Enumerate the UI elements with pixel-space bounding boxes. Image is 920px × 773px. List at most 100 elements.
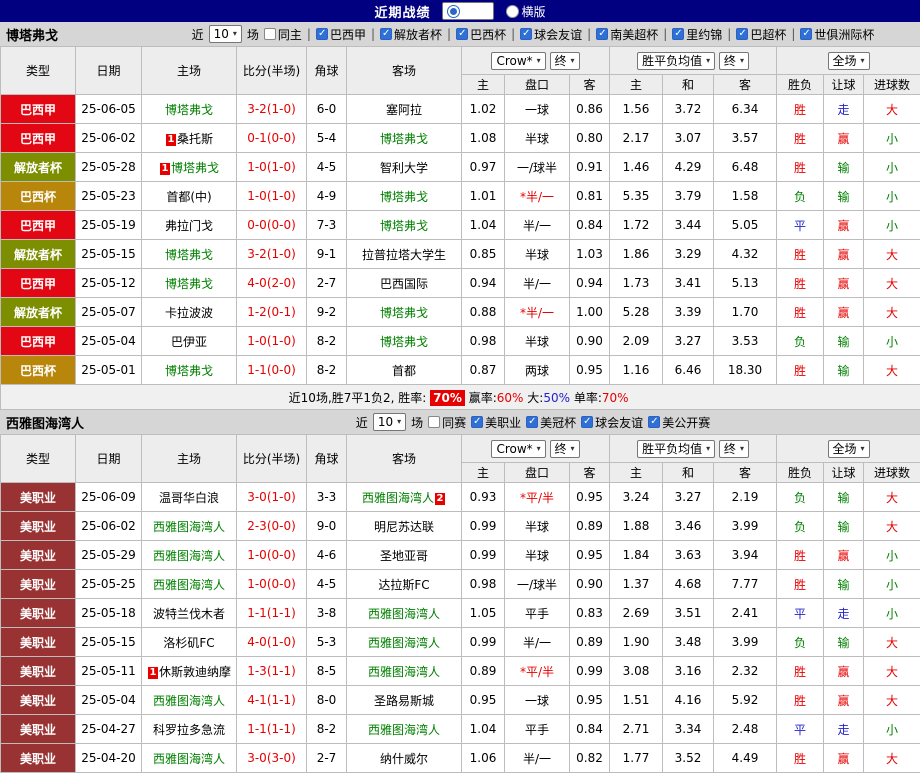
away-team[interactable]: 西雅图海湾人 xyxy=(347,715,462,744)
home-team[interactable]: 1博塔弗戈 xyxy=(142,153,237,182)
home-team[interactable]: 西雅图海湾人 xyxy=(142,541,237,570)
competition-checkbox[interactable]: 美冠杯 xyxy=(526,414,576,431)
competition-checkbox[interactable]: 美公开赛 xyxy=(648,414,710,431)
handicap-result: 输 xyxy=(824,153,864,182)
competition-checkbox[interactable]: 球会友谊 xyxy=(520,26,582,43)
sub-col-header: 让球 xyxy=(824,75,864,95)
away-team[interactable]: 西雅图海湾人 xyxy=(347,657,462,686)
home-team[interactable]: 西雅图海湾人 xyxy=(142,512,237,541)
away-team[interactable]: 纳什威尔 xyxy=(347,744,462,773)
euro-home-odds: 1.84 xyxy=(610,541,663,570)
competition-checkbox[interactable]: 巴超杯 xyxy=(736,26,786,43)
corners: 3-8 xyxy=(307,599,347,628)
competition-checkbox[interactable]: 巴西杯 xyxy=(456,26,506,43)
competition-badge: 美职业 xyxy=(1,686,76,715)
home-team[interactable]: 博塔弗戈 xyxy=(142,356,237,385)
away-team[interactable]: 圣路易斯城 xyxy=(347,686,462,715)
competition-checkbox[interactable]: 美职业 xyxy=(471,414,521,431)
away-team[interactable]: 明尼苏达联 xyxy=(347,512,462,541)
away-team[interactable]: 塞阿拉 xyxy=(347,95,462,124)
euro-away-odds: 5.05 xyxy=(714,211,777,240)
odds-company-select[interactable]: Crow*▾ xyxy=(491,440,545,458)
same-filter-checkbox[interactable]: 同赛 xyxy=(428,414,466,431)
away-team[interactable]: 博塔弗戈 xyxy=(347,327,462,356)
score: 2-3(0-0) xyxy=(237,512,307,541)
competition-checkbox[interactable]: 解放者杯 xyxy=(380,26,442,43)
team-name-text: 塞阿拉 xyxy=(386,103,422,117)
home-team[interactable]: 科罗拉多急流 xyxy=(142,715,237,744)
away-team[interactable]: 西雅图海湾人 xyxy=(347,599,462,628)
ah-handicap: 半球 xyxy=(505,512,570,541)
euro-odds-select-value: 胜平负均值 xyxy=(642,54,702,68)
home-team[interactable]: 波特兰伐木者 xyxy=(142,599,237,628)
home-team[interactable]: 1休斯敦迪纳摩 xyxy=(142,657,237,686)
competition-checkbox[interactable]: 巴西甲 xyxy=(316,26,366,43)
away-team[interactable]: 博塔弗戈 xyxy=(347,124,462,153)
dropdown-arrow-icon: ▾ xyxy=(571,442,575,456)
sub-col-header: 让球 xyxy=(824,463,864,483)
odds-time-select[interactable]: 终▾ xyxy=(550,52,580,70)
competition-checkbox[interactable]: 南美超杯 xyxy=(596,26,658,43)
layout-radio-vertical[interactable]: 竖版 xyxy=(442,2,493,20)
home-team[interactable]: 1桑托斯 xyxy=(142,124,237,153)
radio-vertical-label: 竖版 xyxy=(464,4,488,18)
euro-odds-select[interactable]: 胜平负均值▾ xyxy=(637,440,715,458)
away-team[interactable]: 巴西国际 xyxy=(347,269,462,298)
competition-checkbox[interactable]: 世俱洲际杯 xyxy=(800,26,874,43)
scope-select-value: 全场 xyxy=(833,442,857,456)
home-team[interactable]: 弗拉门戈 xyxy=(142,211,237,240)
away-team[interactable]: 圣地亚哥 xyxy=(347,541,462,570)
score: 1-0(1-0) xyxy=(237,153,307,182)
home-team[interactable]: 首都(中) xyxy=(142,182,237,211)
same-filter-checkbox[interactable]: 同主 xyxy=(264,26,302,43)
dropdown-arrow-icon: ▾ xyxy=(537,442,541,456)
home-team[interactable]: 西雅图海湾人 xyxy=(142,744,237,773)
competition-checkbox[interactable]: 里约锦 xyxy=(672,26,722,43)
competition-badge: 美职业 xyxy=(1,628,76,657)
away-team[interactable]: 西雅图海湾人 xyxy=(347,628,462,657)
score: 3-0(3-0) xyxy=(237,744,307,773)
odds-time-select[interactable]: 终▾ xyxy=(550,440,580,458)
away-team[interactable]: 西雅图海湾人2 xyxy=(347,483,462,512)
competition-checkbox[interactable]: 球会友谊 xyxy=(581,414,643,431)
scope-select[interactable]: 全场▾ xyxy=(828,440,870,458)
euro-away-odds: 3.94 xyxy=(714,541,777,570)
away-team[interactable]: 首都 xyxy=(347,356,462,385)
home-team[interactable]: 卡拉波波 xyxy=(142,298,237,327)
home-team[interactable]: 巴伊亚 xyxy=(142,327,237,356)
score: 1-0(0-0) xyxy=(237,541,307,570)
home-team[interactable]: 博塔弗戈 xyxy=(142,269,237,298)
away-team[interactable]: 博塔弗戈 xyxy=(347,298,462,327)
away-team[interactable]: 博塔弗戈 xyxy=(347,182,462,211)
euro-time-select[interactable]: 终▾ xyxy=(719,52,749,70)
home-team[interactable]: 博塔弗戈 xyxy=(142,240,237,269)
away-team[interactable]: 达拉斯FC xyxy=(347,570,462,599)
recent-count-select[interactable]: 10▾ xyxy=(209,25,242,43)
home-team[interactable]: 博塔弗戈 xyxy=(142,95,237,124)
sub-col-header: 主 xyxy=(462,75,505,95)
competition-badge: 美职业 xyxy=(1,599,76,628)
away-team[interactable]: 博塔弗戈 xyxy=(347,211,462,240)
ah-away-odds: 0.80 xyxy=(570,124,610,153)
separator: | xyxy=(791,27,795,41)
euro-odds-select[interactable]: 胜平负均值▾ xyxy=(637,52,715,70)
away-team[interactable]: 拉普拉塔大学生 xyxy=(347,240,462,269)
home-team[interactable]: 西雅图海湾人 xyxy=(142,686,237,715)
layout-radio-horizontal[interactable]: 横版 xyxy=(506,3,546,20)
competition-badge: 解放者杯 xyxy=(1,298,76,327)
euro-away-odds: 1.70 xyxy=(714,298,777,327)
ah-handicap: 半球 xyxy=(505,124,570,153)
odds-company-select[interactable]: Crow*▾ xyxy=(491,52,545,70)
away-team[interactable]: 智利大学 xyxy=(347,153,462,182)
euro-time-select[interactable]: 终▾ xyxy=(719,440,749,458)
recent-count-select[interactable]: 10▾ xyxy=(373,413,406,431)
rank-badge: 1 xyxy=(160,163,170,175)
goals-result: 大 xyxy=(864,657,920,686)
euro-home-odds: 1.16 xyxy=(610,356,663,385)
euro-draw-odds: 3.27 xyxy=(663,483,714,512)
home-team[interactable]: 西雅图海湾人 xyxy=(142,570,237,599)
scope-select[interactable]: 全场▾ xyxy=(828,52,870,70)
home-team[interactable]: 洛杉矶FC xyxy=(142,628,237,657)
ah-handicap: 半/一 xyxy=(505,744,570,773)
home-team[interactable]: 温哥华白浪 xyxy=(142,483,237,512)
